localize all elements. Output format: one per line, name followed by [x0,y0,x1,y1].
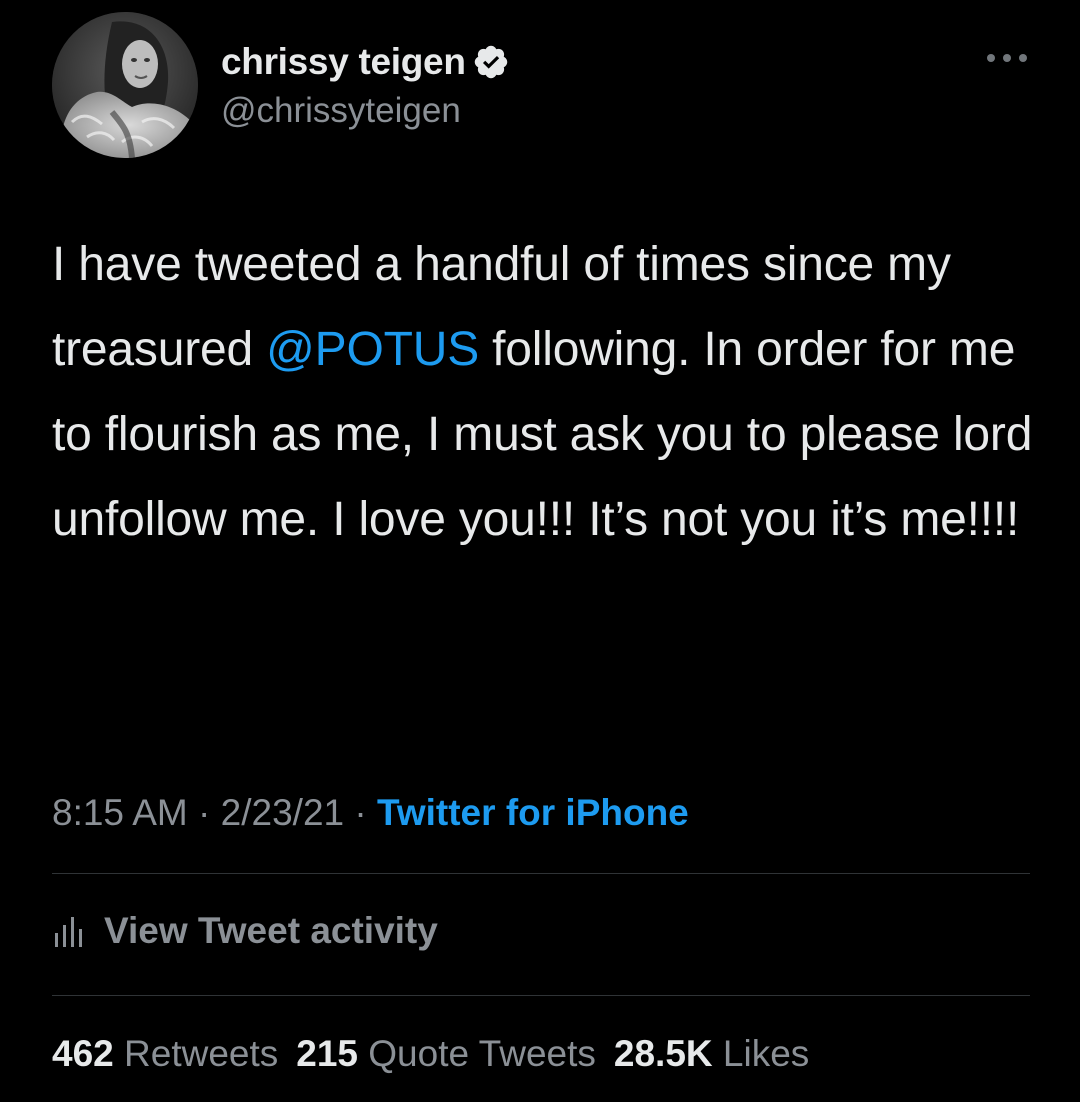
bar-chart-icon [52,911,84,951]
retweets-label: Retweets [124,1033,279,1074]
mention-link[interactable]: @POTUS [266,323,479,376]
likes-count: 28.5K [613,1033,713,1074]
likes-stat[interactable]: 28.5K Likes [614,1033,827,1074]
quote-tweets-label: Quote Tweets [368,1033,596,1074]
retweets-stat[interactable]: 462 Retweets [52,1033,296,1074]
quote-tweets-count: 215 [296,1033,358,1074]
tweet-detail: chrissy teigen @chrissyteigen I have twe… [0,0,1080,1102]
tweet-date[interactable]: 2/23/21 [221,792,344,833]
retweets-count: 462 [52,1033,114,1074]
display-name-row: chrissy teigen [221,36,510,88]
quote-tweets-stat[interactable]: 215 Quote Tweets [296,1033,614,1074]
more-options-icon[interactable] [987,48,1027,68]
meta-separator: · [198,792,211,833]
tweet-text: I have tweeted a handful of times since … [52,222,1042,562]
author-block[interactable]: chrissy teigen @chrissyteigen [221,36,510,134]
tweet-meta: 8:15 AM · 2/23/21 · Twitter for iPhone [52,785,689,841]
display-name[interactable]: chrissy teigen [221,41,466,83]
user-handle[interactable]: @chrissyteigen [221,88,510,134]
avatar[interactable] [52,12,198,158]
verified-badge-icon [472,43,510,81]
more-dot [987,54,995,62]
divider [52,873,1030,874]
meta-separator: · [354,792,367,833]
divider [52,995,1030,996]
likes-label: Likes [722,1033,810,1074]
view-tweet-activity-button[interactable]: View Tweet activity [52,902,438,960]
tweet-source-link[interactable]: Twitter for iPhone [377,792,689,833]
avatar-photo [52,12,198,158]
tweet-time[interactable]: 8:15 AM [52,792,188,833]
view-tweet-activity-label: View Tweet activity [104,910,438,951]
more-dot [1003,54,1011,62]
more-dot [1019,54,1027,62]
tweet-stats: 462 Retweets 215 Quote Tweets 28.5K Likes [52,1026,827,1082]
